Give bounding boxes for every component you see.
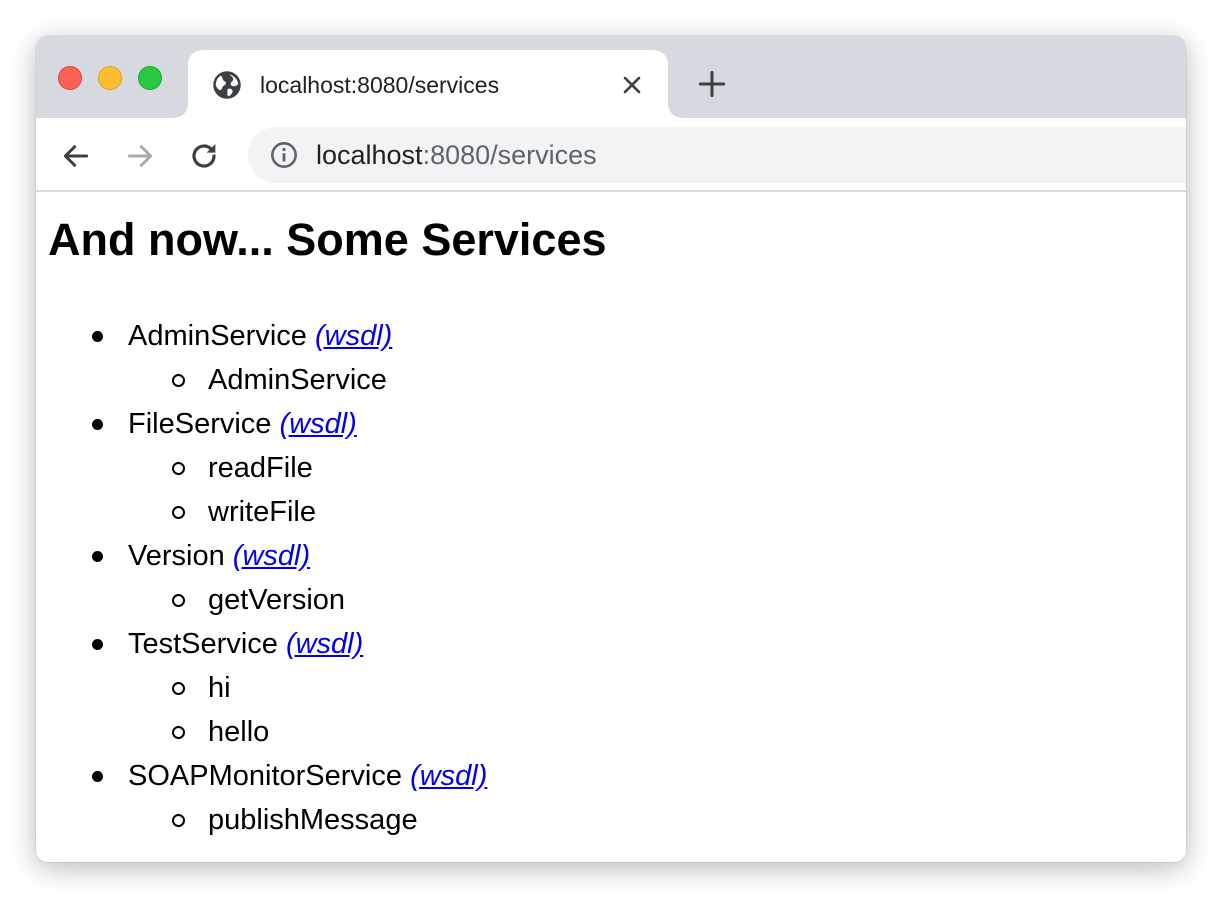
zoom-window-button[interactable]	[138, 66, 162, 90]
operation-item: hello	[36, 710, 487, 754]
operation-item: hi	[36, 666, 487, 710]
operation-item: writeFile	[36, 490, 487, 534]
bullet-disc-icon	[92, 771, 103, 782]
bullet-circle-icon	[172, 682, 185, 695]
arrow-left-icon[interactable]	[60, 140, 92, 172]
bullet-disc-icon	[92, 419, 103, 430]
service-name: TestService	[128, 628, 278, 660]
close-window-button[interactable]	[58, 66, 82, 90]
page-title: And now... Some Services	[48, 214, 607, 265]
bullet-circle-icon	[172, 462, 185, 475]
browser-window: localhost:8080/services localhost:8080/s…	[36, 36, 1186, 862]
plus-icon[interactable]	[698, 70, 726, 98]
operation-name: getVersion	[208, 584, 346, 616]
arrow-right-icon[interactable]	[124, 140, 156, 172]
browser-toolbar: localhost:8080/services	[36, 118, 1186, 192]
bullet-circle-icon	[172, 374, 185, 387]
service-item: FileService (wsdl)	[36, 402, 487, 446]
service-name: Version	[128, 540, 225, 572]
service-item: TestService (wsdl)	[36, 622, 487, 666]
operation-item: readFile	[36, 446, 487, 490]
url-text[interactable]: localhost:8080/services	[316, 139, 597, 171]
info-icon[interactable]	[270, 141, 298, 169]
operation-name: writeFile	[208, 496, 316, 528]
close-icon[interactable]	[620, 73, 644, 97]
reload-icon[interactable]	[188, 140, 220, 172]
bullet-disc-icon	[92, 331, 103, 342]
bullet-circle-icon	[172, 814, 185, 827]
bullet-disc-icon	[92, 639, 103, 650]
globe-icon	[213, 71, 241, 99]
service-item: SOAPMonitorService (wsdl)	[36, 754, 487, 798]
operation-item: getVersion	[36, 578, 487, 622]
bullet-circle-icon	[172, 506, 185, 519]
wsdl-link[interactable]: (wsdl)	[280, 408, 357, 440]
wsdl-link[interactable]: (wsdl)	[233, 540, 310, 572]
tab-title: localhost:8080/services	[260, 72, 500, 98]
operation-name: publishMessage	[208, 804, 418, 836]
wsdl-link[interactable]: (wsdl)	[286, 628, 363, 660]
bullet-disc-icon	[92, 551, 103, 562]
url-host: localhost	[316, 140, 423, 170]
tab-strip: localhost:8080/services	[36, 36, 1186, 118]
services-list: AdminService (wsdl) AdminService FileServi…	[36, 314, 487, 842]
service-item: AdminService (wsdl)	[36, 314, 487, 358]
wsdl-link[interactable]: (wsdl)	[315, 320, 392, 352]
url-path: :8080/services	[422, 140, 597, 170]
operation-name: AdminService	[208, 364, 387, 396]
wsdl-link[interactable]: (wsdl)	[410, 760, 487, 792]
address-bar[interactable]: localhost:8080/services	[248, 127, 1186, 183]
service-name: SOAPMonitorService	[128, 760, 402, 792]
operation-name: readFile	[208, 452, 313, 484]
operation-name: hi	[208, 672, 231, 704]
bullet-circle-icon	[172, 726, 185, 739]
tab-active[interactable]: localhost:8080/services	[188, 50, 668, 118]
service-item: Version (wsdl)	[36, 534, 487, 578]
service-name: AdminService	[128, 320, 307, 352]
minimize-window-button[interactable]	[98, 66, 122, 90]
bullet-circle-icon	[172, 594, 185, 607]
service-name: FileService	[128, 408, 272, 440]
operation-item: AdminService	[36, 358, 487, 402]
operation-item: publishMessage	[36, 798, 487, 842]
page-content: And now... Some Services AdminService (w…	[36, 192, 1186, 862]
operation-name: hello	[208, 716, 270, 748]
